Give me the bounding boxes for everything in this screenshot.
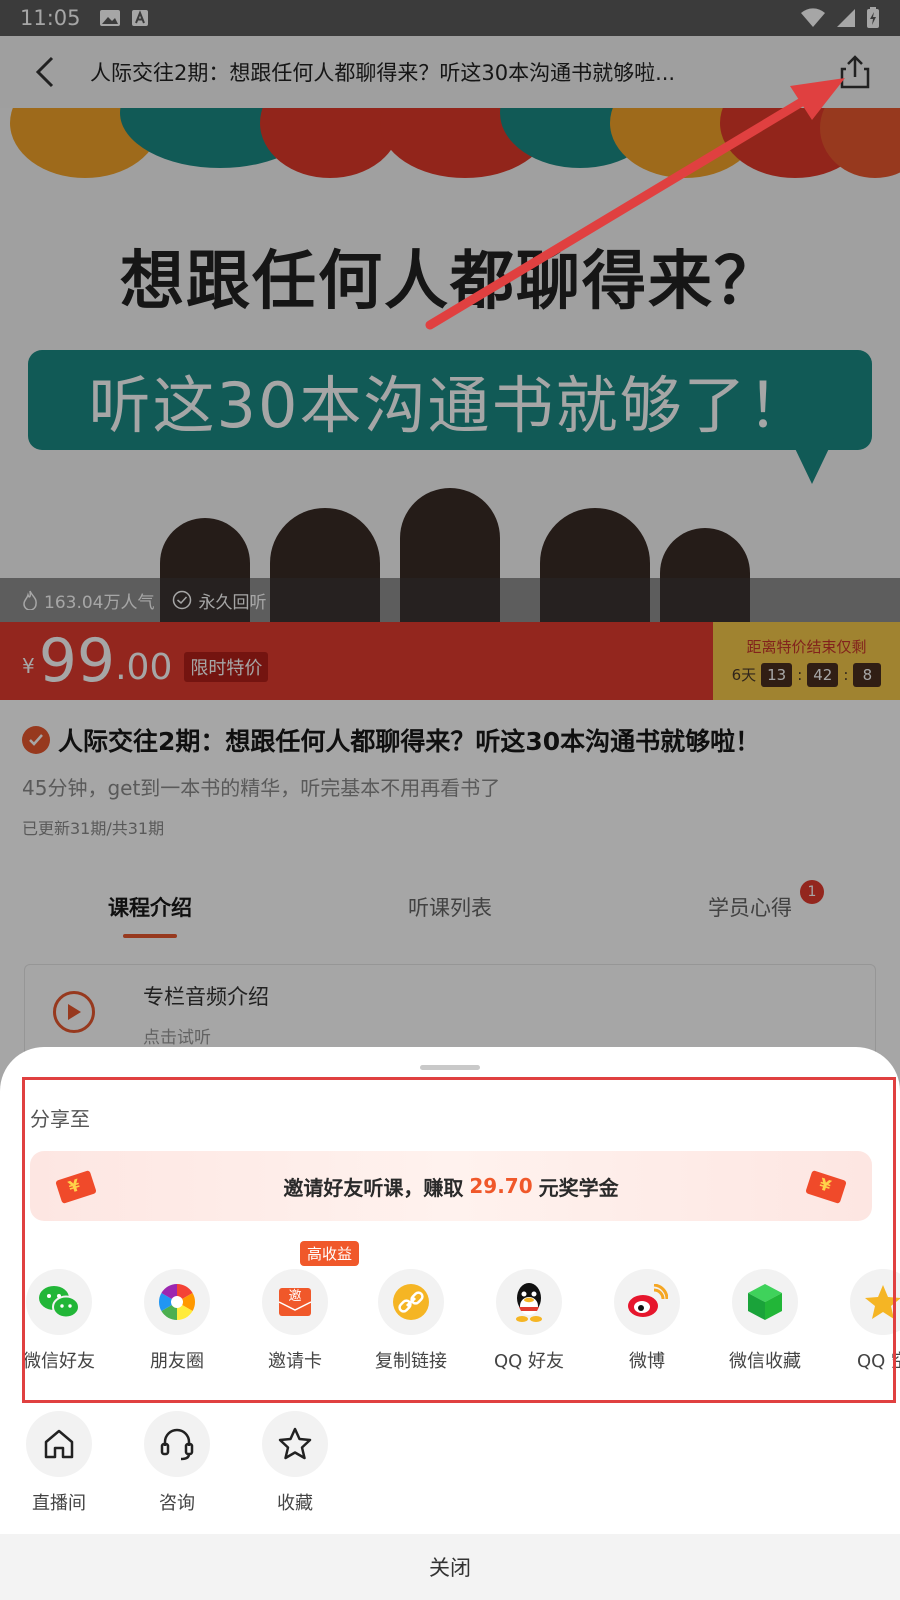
close-button[interactable]: 关闭 — [0, 1534, 900, 1600]
invite-reward-banner[interactable]: 邀请好友听课，赚取 29.70 元奖学金 — [30, 1151, 872, 1221]
svg-text:邀: 邀 — [288, 1289, 301, 1304]
star-icon — [262, 1411, 328, 1477]
action-label: 收藏 — [277, 1493, 313, 1514]
invite-amount: 29.70 — [469, 1174, 533, 1198]
wechat-favorite-icon — [732, 1269, 798, 1335]
sheet-drag-handle[interactable] — [420, 1065, 480, 1070]
share-sheet: 分享至 邀请好友听课，赚取 29.70 元奖学金 高收益 微信好友 — [0, 1047, 900, 1600]
red-envelope-icon — [805, 1170, 847, 1204]
action-label: 直播间 — [32, 1493, 86, 1514]
share-label: QQ 空 — [856, 1351, 900, 1372]
wechat-icon — [26, 1269, 92, 1335]
close-label: 关闭 — [429, 1556, 471, 1580]
share-label: 微博 — [629, 1351, 665, 1372]
share-label: 复制链接 — [375, 1351, 447, 1372]
qzone-icon — [850, 1269, 900, 1335]
share-copy-link[interactable]: 复制链接 — [356, 1269, 466, 1373]
share-wechat-favorite[interactable]: 微信收藏 — [710, 1269, 820, 1373]
share-qq-friend[interactable]: QQ 好友 — [474, 1269, 584, 1373]
share-label: 微信好友 — [23, 1351, 95, 1372]
weibo-icon — [614, 1269, 680, 1335]
share-label: 微信收藏 — [729, 1351, 801, 1372]
share-qzone[interactable]: QQ 空 — [828, 1269, 900, 1373]
red-envelope-icon — [55, 1170, 97, 1204]
action-label: 咨询 — [159, 1493, 195, 1514]
action-live-room[interactable]: 直播间 — [4, 1411, 114, 1515]
high-earning-badge: 高收益 — [300, 1241, 360, 1266]
share-wechat-friend[interactable]: 微信好友 — [4, 1269, 114, 1373]
sheet-actions: 直播间 咨询 收藏 — [0, 1411, 900, 1521]
link-icon — [378, 1269, 444, 1335]
invite-suffix: 元奖学金 — [538, 1175, 619, 1200]
invite-card-icon: 邀 — [262, 1269, 328, 1335]
share-label: 邀请卡 — [268, 1351, 322, 1372]
share-weibo[interactable]: 微博 — [592, 1269, 702, 1373]
share-targets: 高收益 微信好友 朋友圈 邀 邀请卡 复制链接 QQ 好友 微博 微信收藏 QQ — [0, 1241, 900, 1379]
home-icon — [26, 1411, 92, 1477]
share-heading: 分享至 — [30, 1107, 90, 1131]
share-moments[interactable]: 朋友圈 — [122, 1269, 232, 1373]
invite-text: 邀请好友听课，赚取 — [283, 1175, 464, 1200]
action-consult[interactable]: 咨询 — [122, 1411, 232, 1515]
qq-icon — [496, 1269, 562, 1335]
share-invite-card[interactable]: 邀 邀请卡 — [240, 1269, 350, 1373]
share-label: QQ 好友 — [493, 1351, 565, 1372]
moments-icon — [144, 1269, 210, 1335]
headset-icon — [144, 1411, 210, 1477]
share-label: 朋友圈 — [150, 1351, 204, 1372]
action-favorite[interactable]: 收藏 — [240, 1411, 350, 1515]
